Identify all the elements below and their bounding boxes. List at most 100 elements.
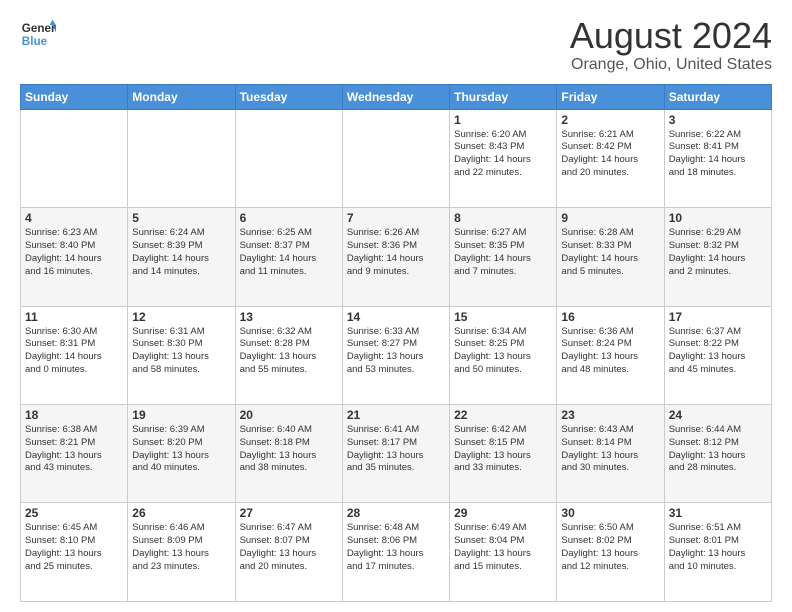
cell-info: Sunrise: 6:32 AM Sunset: 8:28 PM Dayligh… [240, 326, 338, 377]
cell-info: Sunrise: 6:47 AM Sunset: 8:07 PM Dayligh… [240, 522, 338, 573]
day-number: 29 [454, 506, 552, 520]
calendar-week-row: 18Sunrise: 6:38 AM Sunset: 8:21 PM Dayli… [21, 405, 772, 503]
cell-info: Sunrise: 6:37 AM Sunset: 8:22 PM Dayligh… [669, 326, 767, 377]
day-number: 28 [347, 506, 445, 520]
day-number: 13 [240, 310, 338, 324]
day-number: 3 [669, 113, 767, 127]
cell-info: Sunrise: 6:42 AM Sunset: 8:15 PM Dayligh… [454, 424, 552, 475]
day-number: 25 [25, 506, 123, 520]
day-number: 9 [561, 211, 659, 225]
subtitle: Orange, Ohio, United States [570, 56, 772, 74]
calendar-cell: 21 Sunrise: 6:41 AM Sunset: 8:17 PM Dayli… [342, 405, 449, 503]
calendar-week-row: 4 Sunrise: 6:23 AM Sunset: 8:40 PM Daylig… [21, 208, 772, 306]
col-sunday: Sunday [21, 84, 128, 109]
calendar-cell: 23 Sunrise: 6:43 AM Sunset: 8:14 PM Dayli… [557, 405, 664, 503]
day-number: 5 [132, 211, 230, 225]
col-saturday: Saturday [664, 84, 771, 109]
day-number: 11 [25, 310, 123, 324]
calendar-cell: 24 Sunrise: 6:44 AM Sunset: 8:12 PM Dayli… [664, 405, 771, 503]
day-number: 21 [347, 408, 445, 422]
cell-info: Sunrise: 6:27 AM Sunset: 8:35 PM Dayligh… [454, 227, 552, 278]
cell-info: Sunrise: 6:44 AM Sunset: 8:12 PM Dayligh… [669, 424, 767, 475]
day-number: 10 [669, 211, 767, 225]
calendar-cell [342, 109, 449, 207]
day-number: 20 [240, 408, 338, 422]
calendar-cell: 18Sunrise: 6:38 AM Sunset: 8:21 PM Dayli… [21, 405, 128, 503]
calendar-cell: 19 Sunrise: 6:39 AM Sunset: 8:20 PM Dayli… [128, 405, 235, 503]
calendar: Sunday Monday Tuesday Wednesday Thursday… [20, 84, 772, 602]
calendar-cell: 22 Sunrise: 6:42 AM Sunset: 8:15 PM Dayli… [450, 405, 557, 503]
cell-info: Sunrise: 6:41 AM Sunset: 8:17 PM Dayligh… [347, 424, 445, 475]
calendar-cell: 31 Sunrise: 6:51 AM Sunset: 8:01 PM Dayli… [664, 503, 771, 602]
calendar-week-row: 11Sunrise: 6:30 AM Sunset: 8:31 PM Dayli… [21, 306, 772, 404]
cell-info: Sunrise: 6:43 AM Sunset: 8:14 PM Dayligh… [561, 424, 659, 475]
calendar-cell: 14Sunrise: 6:33 AM Sunset: 8:27 PM Dayli… [342, 306, 449, 404]
cell-info: Sunrise: 6:51 AM Sunset: 8:01 PM Dayligh… [669, 522, 767, 573]
day-number: 1 [454, 113, 552, 127]
col-tuesday: Tuesday [235, 84, 342, 109]
calendar-cell: 12 Sunrise: 6:31 AM Sunset: 8:30 PM Dayli… [128, 306, 235, 404]
calendar-cell: 27Sunrise: 6:47 AM Sunset: 8:07 PM Dayli… [235, 503, 342, 602]
col-friday: Friday [557, 84, 664, 109]
calendar-cell: 9Sunrise: 6:28 AM Sunset: 8:33 PM Daylig… [557, 208, 664, 306]
day-number: 15 [454, 310, 552, 324]
calendar-cell: 26 Sunrise: 6:46 AM Sunset: 8:09 PM Dayli… [128, 503, 235, 602]
cell-info: Sunrise: 6:40 AM Sunset: 8:18 PM Dayligh… [240, 424, 338, 475]
day-number: 4 [25, 211, 123, 225]
day-number: 18 [25, 408, 123, 422]
calendar-cell [235, 109, 342, 207]
main-title: August 2024 [570, 16, 772, 56]
header: General Blue August 2024 Orange, Ohio, U… [20, 16, 772, 74]
cell-info: Sunrise: 6:36 AM Sunset: 8:24 PM Dayligh… [561, 326, 659, 377]
page: General Blue August 2024 Orange, Ohio, U… [0, 0, 792, 612]
calendar-cell: 11Sunrise: 6:30 AM Sunset: 8:31 PM Dayli… [21, 306, 128, 404]
cell-info: Sunrise: 6:50 AM Sunset: 8:02 PM Dayligh… [561, 522, 659, 573]
day-number: 24 [669, 408, 767, 422]
cell-info: Sunrise: 6:31 AM Sunset: 8:30 PM Dayligh… [132, 326, 230, 377]
cell-info: Sunrise: 6:21 AM Sunset: 8:42 PM Dayligh… [561, 129, 659, 180]
day-number: 23 [561, 408, 659, 422]
calendar-cell: 28Sunrise: 6:48 AM Sunset: 8:06 PM Dayli… [342, 503, 449, 602]
logo: General Blue [20, 16, 56, 52]
cell-info: Sunrise: 6:29 AM Sunset: 8:32 PM Dayligh… [669, 227, 767, 278]
cell-info: Sunrise: 6:45 AM Sunset: 8:10 PM Dayligh… [25, 522, 123, 573]
col-thursday: Thursday [450, 84, 557, 109]
calendar-cell: 1 Sunrise: 6:20 AM Sunset: 8:43 PM Daylig… [450, 109, 557, 207]
calendar-cell: 25 Sunrise: 6:45 AM Sunset: 8:10 PM Dayli… [21, 503, 128, 602]
calendar-cell [128, 109, 235, 207]
cell-info: Sunrise: 6:26 AM Sunset: 8:36 PM Dayligh… [347, 227, 445, 278]
logo-icon: General Blue [20, 16, 56, 52]
day-number: 16 [561, 310, 659, 324]
calendar-cell: 30 Sunrise: 6:50 AM Sunset: 8:02 PM Dayli… [557, 503, 664, 602]
calendar-cell: 7 Sunrise: 6:26 AM Sunset: 8:36 PM Daylig… [342, 208, 449, 306]
calendar-cell [21, 109, 128, 207]
day-number: 2 [561, 113, 659, 127]
day-number: 7 [347, 211, 445, 225]
cell-info: Sunrise: 6:34 AM Sunset: 8:25 PM Dayligh… [454, 326, 552, 377]
title-block: August 2024 Orange, Ohio, United States [570, 16, 772, 74]
day-number: 26 [132, 506, 230, 520]
cell-info: Sunrise: 6:25 AM Sunset: 8:37 PM Dayligh… [240, 227, 338, 278]
cell-info: Sunrise: 6:24 AM Sunset: 8:39 PM Dayligh… [132, 227, 230, 278]
calendar-cell: 3Sunrise: 6:22 AM Sunset: 8:41 PM Daylig… [664, 109, 771, 207]
cell-info: Sunrise: 6:46 AM Sunset: 8:09 PM Dayligh… [132, 522, 230, 573]
cell-info: Sunrise: 6:20 AM Sunset: 8:43 PM Dayligh… [454, 129, 552, 180]
day-number: 31 [669, 506, 767, 520]
calendar-cell: 10 Sunrise: 6:29 AM Sunset: 8:32 PM Dayli… [664, 208, 771, 306]
calendar-cell: 2 Sunrise: 6:21 AM Sunset: 8:42 PM Daylig… [557, 109, 664, 207]
day-number: 22 [454, 408, 552, 422]
calendar-cell: 17Sunrise: 6:37 AM Sunset: 8:22 PM Dayli… [664, 306, 771, 404]
svg-text:Blue: Blue [22, 35, 48, 48]
calendar-cell: 15 Sunrise: 6:34 AM Sunset: 8:25 PM Dayli… [450, 306, 557, 404]
calendar-cell: 20 Sunrise: 6:40 AM Sunset: 8:18 PM Dayli… [235, 405, 342, 503]
cell-info: Sunrise: 6:23 AM Sunset: 8:40 PM Dayligh… [25, 227, 123, 278]
calendar-cell: 6Sunrise: 6:25 AM Sunset: 8:37 PM Daylig… [235, 208, 342, 306]
col-monday: Monday [128, 84, 235, 109]
day-number: 19 [132, 408, 230, 422]
cell-info: Sunrise: 6:49 AM Sunset: 8:04 PM Dayligh… [454, 522, 552, 573]
day-number: 12 [132, 310, 230, 324]
day-number: 30 [561, 506, 659, 520]
calendar-week-row: 25 Sunrise: 6:45 AM Sunset: 8:10 PM Dayli… [21, 503, 772, 602]
cell-info: Sunrise: 6:33 AM Sunset: 8:27 PM Dayligh… [347, 326, 445, 377]
cell-info: Sunrise: 6:39 AM Sunset: 8:20 PM Dayligh… [132, 424, 230, 475]
